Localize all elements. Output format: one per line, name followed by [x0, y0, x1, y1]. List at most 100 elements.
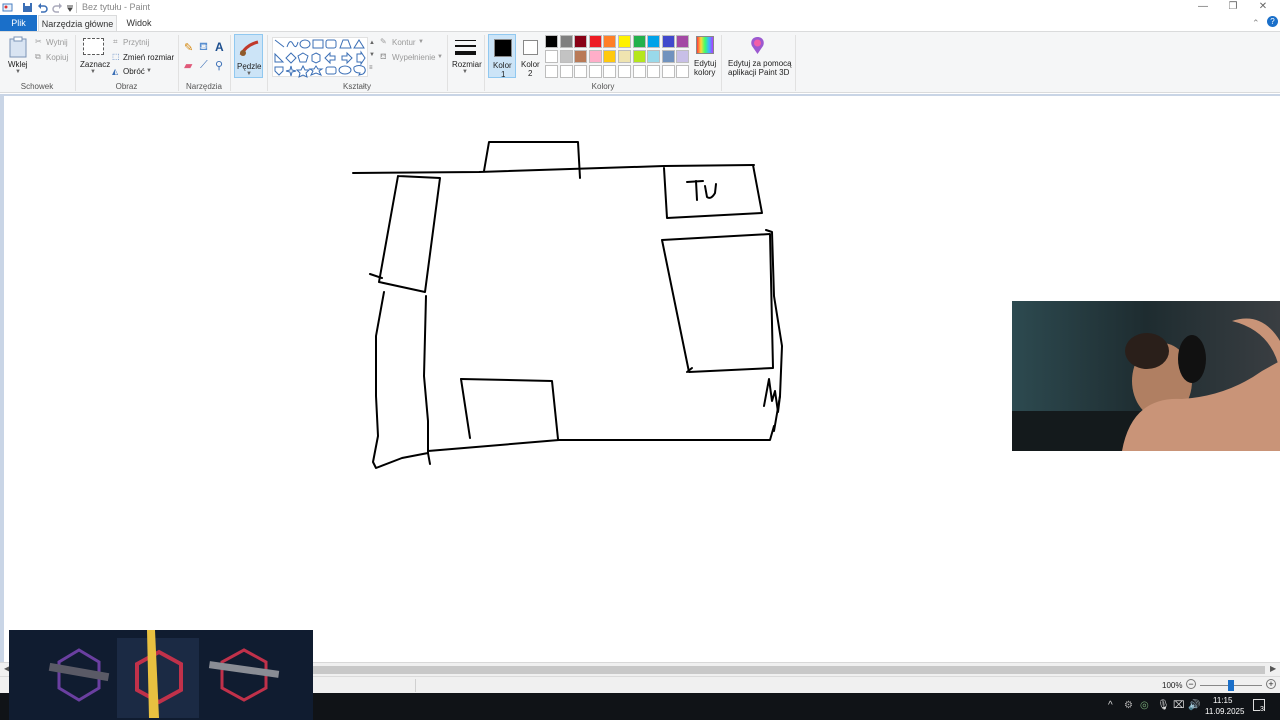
outline-icon[interactable]: ✎ — [380, 37, 387, 46]
palette-swatch[interactable] — [603, 35, 617, 48]
paste-icon[interactable] — [8, 36, 28, 58]
cut-button[interactable]: Wytnij — [46, 38, 68, 47]
fill-dropdown-icon[interactable]: ▼ — [437, 54, 443, 60]
shapes-more-icon[interactable]: ≡ — [369, 65, 373, 71]
palette-swatch-empty[interactable] — [588, 65, 602, 78]
rotate-icon[interactable]: ◭ — [112, 67, 118, 76]
paste-dropdown-icon[interactable]: ▼ — [15, 69, 21, 75]
palette-swatch[interactable] — [647, 50, 661, 63]
resize-button[interactable]: Zmień rozmiar — [123, 53, 174, 62]
edit-colors-button-line2[interactable]: kolory — [694, 68, 715, 77]
shapes-scroll-down-icon[interactable]: ▼ — [369, 52, 375, 58]
save-icon[interactable] — [22, 2, 33, 13]
text-tool-icon[interactable]: A — [215, 40, 224, 54]
palette-swatch[interactable] — [647, 35, 661, 48]
shapes-scroll-up-icon[interactable]: ▲ — [369, 40, 375, 46]
tab-file[interactable]: Plik — [0, 15, 37, 31]
crop-icon[interactable]: ⌗ — [113, 37, 118, 47]
select-icon[interactable] — [83, 38, 104, 55]
pencil-icon[interactable]: ✎ — [184, 41, 193, 54]
palette-swatch-empty[interactable] — [647, 65, 661, 78]
palette-swatch[interactable] — [676, 50, 690, 63]
color1-button[interactable]: Kolor 1 — [488, 34, 516, 79]
copy-icon[interactable]: ⧉ — [35, 52, 41, 62]
select-button[interactable]: Zaznacz — [80, 60, 110, 69]
palette-swatch[interactable] — [632, 35, 646, 48]
close-button[interactable]: ✕ — [1248, 0, 1278, 15]
palette-swatch[interactable] — [545, 50, 558, 63]
paint3d-button-line2[interactable]: aplikacji Paint 3D — [728, 68, 789, 77]
palette-swatch-empty[interactable] — [574, 65, 588, 78]
color-picker-icon[interactable]: ⟋ — [200, 59, 208, 72]
app-tray-icon[interactable]: ⚙ — [1124, 700, 1133, 711]
app-tray-icon-2[interactable]: ◎ — [1140, 700, 1149, 711]
palette-swatch[interactable] — [676, 35, 690, 48]
palette-swatch-empty[interactable] — [603, 65, 617, 78]
undo-icon[interactable] — [37, 2, 48, 13]
palette-swatch[interactable] — [588, 50, 602, 63]
edit-colors-icon[interactable] — [696, 36, 714, 54]
palette-swatch[interactable] — [545, 35, 558, 48]
paste-button[interactable]: Wklej — [8, 60, 28, 69]
webcam-image — [1012, 301, 1280, 451]
ribbon: Wklej ▼ ✂ Wytnij ⧉ Kopiuj Schowek Zaznac… — [0, 31, 1280, 93]
tab-home[interactable]: Narzędzia główne — [38, 15, 117, 31]
cut-icon[interactable]: ✂ — [35, 37, 42, 46]
paint3d-button[interactable]: Edytuj za pomocą — [728, 59, 792, 68]
edit-colors-button[interactable]: Edytuj — [694, 59, 716, 68]
rotate-button[interactable]: Obróć — [123, 67, 145, 76]
fill-bucket-icon[interactable]: ⛾ — [199, 41, 208, 55]
palette-swatch-empty[interactable] — [618, 65, 631, 78]
outline-button[interactable]: Kontur — [392, 38, 416, 47]
palette-swatch[interactable] — [632, 50, 646, 63]
show-hidden-icons-icon[interactable]: ^ — [1108, 700, 1113, 711]
zoom-slider-thumb[interactable] — [1228, 680, 1234, 691]
color2-button[interactable]: Kolor 2 — [518, 34, 543, 78]
size-icon[interactable] — [455, 38, 476, 58]
palette-swatch[interactable] — [661, 50, 675, 63]
zoom-out-icon[interactable]: − — [1186, 679, 1196, 689]
palette-swatch[interactable] — [603, 50, 617, 63]
palette-swatch[interactable] — [559, 35, 573, 48]
palette-swatch[interactable] — [618, 35, 631, 48]
palette-swatch[interactable] — [559, 50, 573, 63]
copy-button[interactable]: Kopiuj — [46, 53, 68, 62]
palette-swatch-empty[interactable] — [545, 65, 558, 78]
fill-icon[interactable]: ⛾ — [380, 52, 387, 62]
clock-date[interactable]: 11.09.2025 — [1205, 707, 1244, 716]
maximize-button[interactable]: ❐ — [1218, 0, 1248, 15]
magnifier-icon[interactable]: ⚲ — [215, 59, 223, 72]
collapse-ribbon-icon[interactable]: ⌃ — [1252, 18, 1260, 29]
microphone-icon[interactable]: 🎙 — [1157, 700, 1170, 711]
palette-swatch[interactable] — [574, 35, 588, 48]
crop-button[interactable]: Przytnij — [123, 38, 149, 47]
fill-button[interactable]: Wypełnienie — [392, 53, 436, 62]
select-dropdown-icon[interactable]: ▼ — [90, 69, 96, 75]
palette-swatch[interactable] — [588, 35, 602, 48]
shapes-gallery[interactable] — [272, 37, 368, 78]
volume-icon[interactable]: 🔊 — [1188, 700, 1200, 711]
eraser-icon[interactable]: ▰ — [184, 59, 192, 72]
scroll-right-icon[interactable]: ▶ — [1270, 664, 1276, 673]
outline-dropdown-icon[interactable]: ▼ — [418, 39, 424, 45]
palette-swatch-empty[interactable] — [559, 65, 573, 78]
size-button[interactable]: Rozmiar — [452, 60, 482, 69]
help-icon[interactable]: ? — [1267, 16, 1278, 27]
zoom-in-icon[interactable]: + — [1266, 679, 1276, 689]
palette-swatch[interactable] — [618, 50, 631, 63]
palette-swatch[interactable] — [574, 50, 588, 63]
clock-time[interactable]: 11:15 — [1213, 696, 1232, 705]
palette-swatch-empty[interactable] — [632, 65, 646, 78]
minimize-button[interactable]: — — [1188, 0, 1218, 15]
palette-swatch-empty[interactable] — [661, 65, 675, 78]
size-dropdown-icon[interactable]: ▼ — [462, 69, 468, 75]
paint3d-icon[interactable] — [749, 36, 766, 55]
palette-swatch-empty[interactable] — [676, 65, 690, 78]
brushes-button[interactable]: Pędzle ▼ — [234, 34, 263, 78]
palette-swatch[interactable] — [661, 35, 675, 48]
tab-view[interactable]: Widok — [120, 15, 158, 31]
resize-icon[interactable]: ⬚ — [112, 52, 120, 61]
rotate-dropdown-icon[interactable]: ▼ — [146, 68, 152, 74]
network-icon[interactable]: ⌧ — [1173, 700, 1185, 711]
redo-icon[interactable] — [52, 2, 63, 13]
